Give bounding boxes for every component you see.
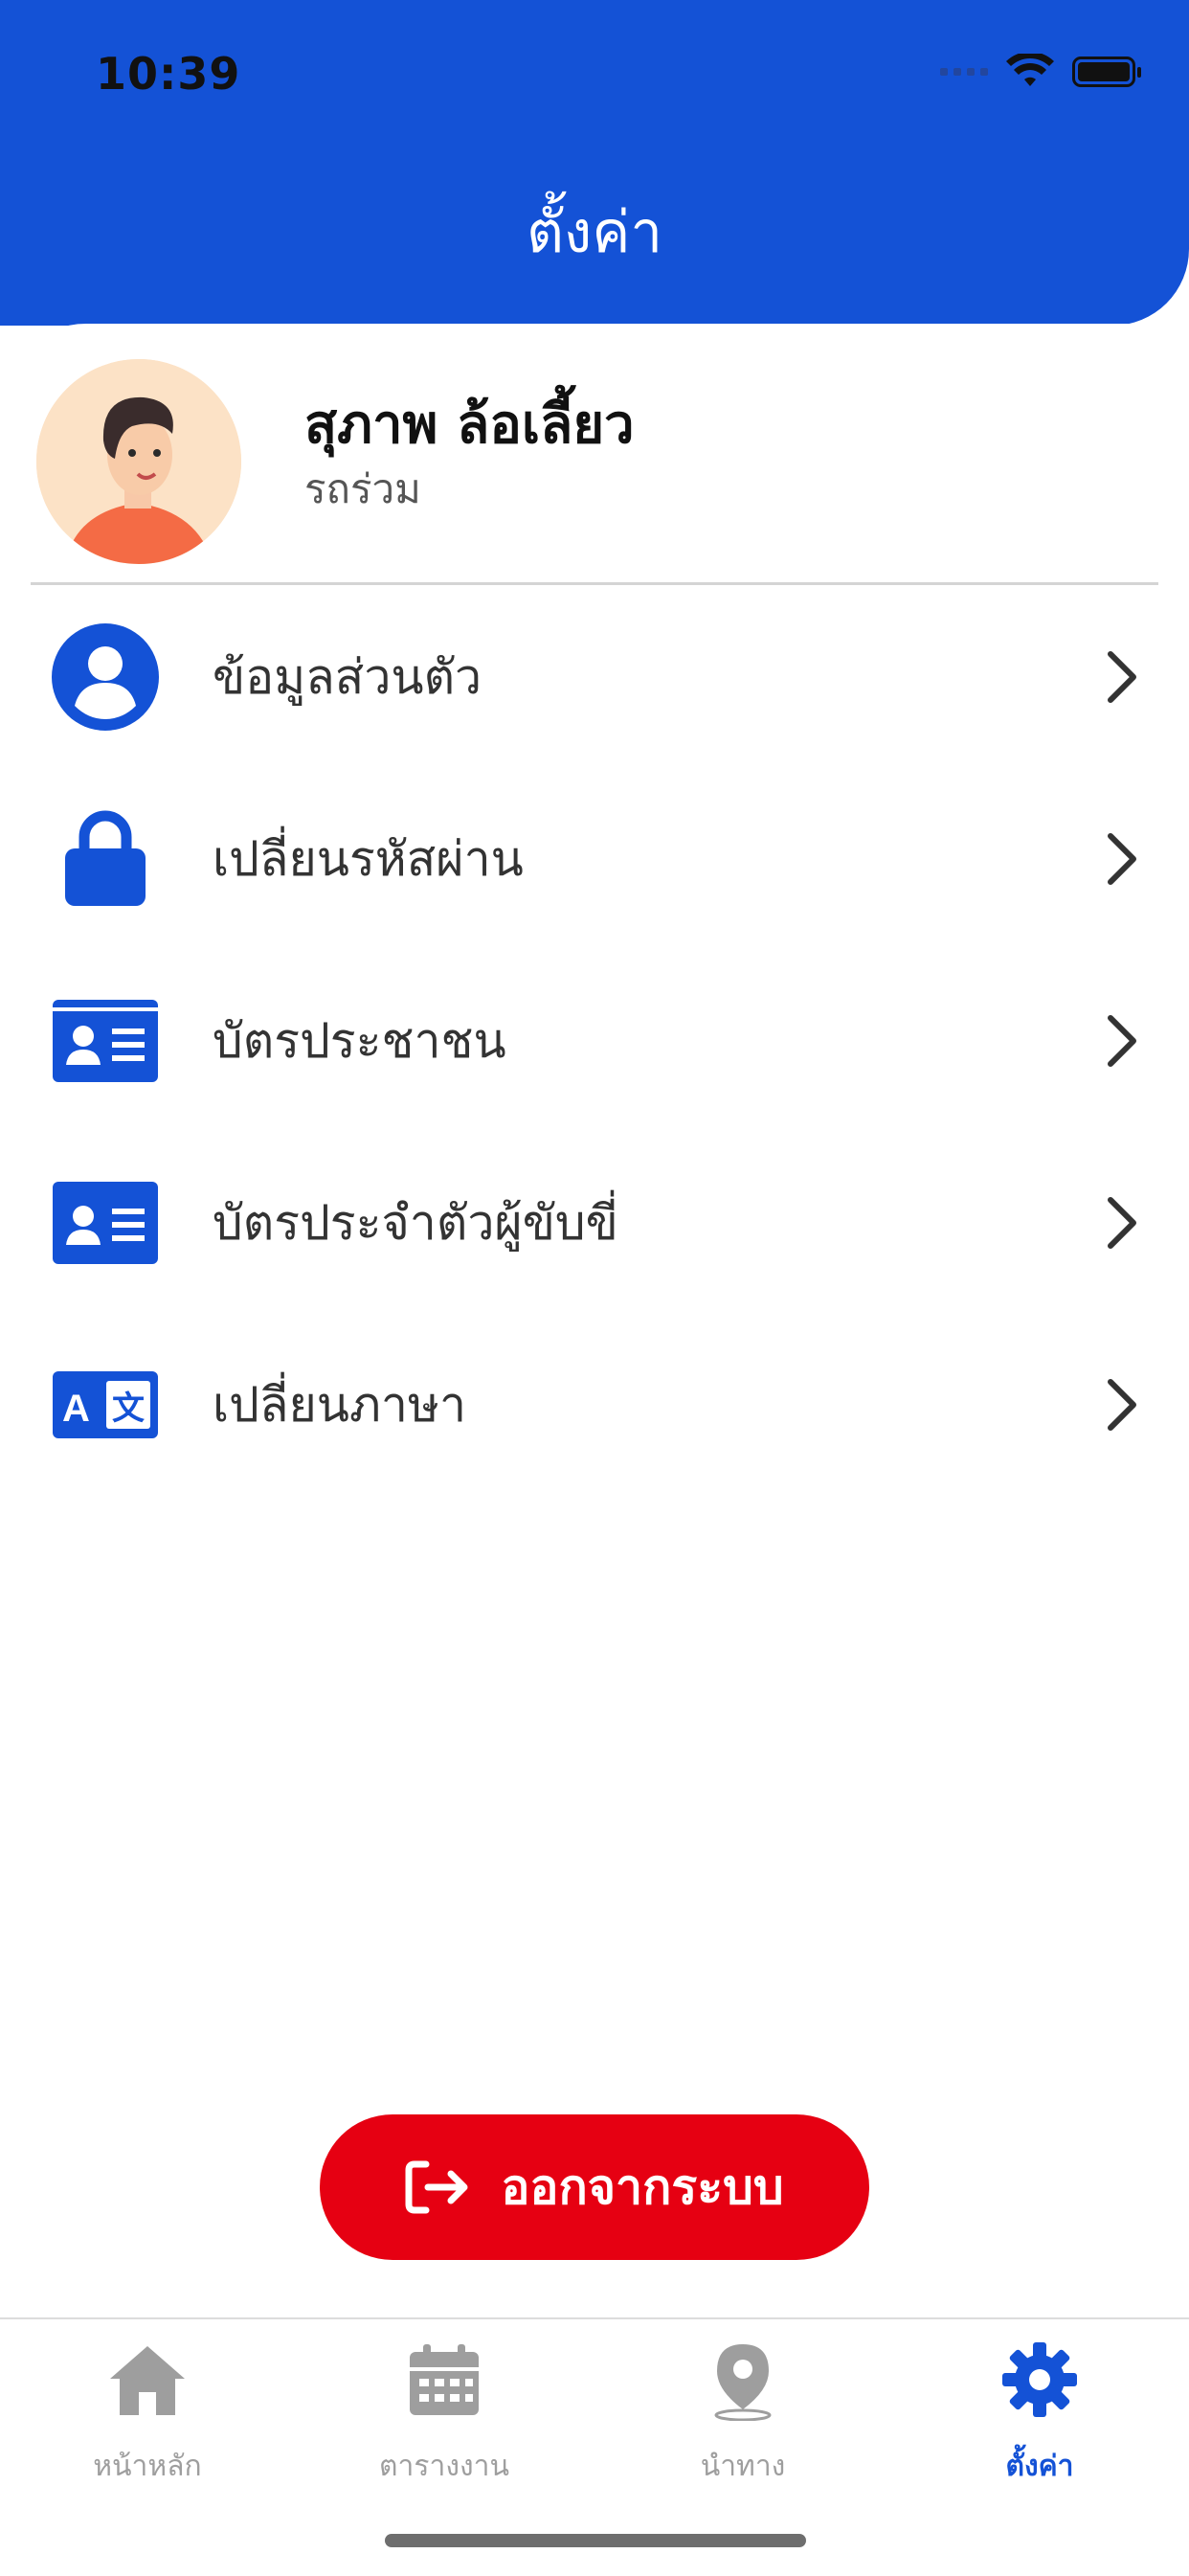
user-role: รถร่วม [304, 465, 421, 512]
tab-label: ตารางงาน [379, 2450, 509, 2483]
chevron-right-icon [1108, 1379, 1136, 1431]
tab-label: หน้าหลัก [93, 2450, 202, 2483]
tab-home[interactable]: หน้าหลัก [52, 2337, 243, 2483]
tab-settings[interactable]: ตั้งค่า [944, 2337, 1135, 2483]
menu-label: ข้อมูลส่วนตัว [213, 649, 482, 705]
signal-icon [940, 68, 988, 76]
status-icons [940, 54, 1141, 90]
gear-icon [1002, 2342, 1077, 2417]
tab-schedule[interactable]: ตารางงาน [348, 2337, 540, 2483]
home-indicator [385, 2534, 806, 2547]
wifi-icon [1006, 54, 1054, 86]
divider [31, 582, 1158, 585]
logout-icon [405, 2160, 468, 2214]
svg-text:文: 文 [112, 1390, 145, 1428]
id-card-icon [48, 1165, 163, 1280]
menu-item-id-card[interactable]: บัตรประชาชน [0, 960, 1189, 1122]
calendar-icon [410, 2344, 479, 2415]
logout-label: ออกจากระบบ [501, 2158, 784, 2215]
menu-label: เปลี่ยนรหัสผ่าน [213, 831, 524, 887]
tab-label: ตั้งค่า [1005, 2450, 1074, 2483]
svg-text:A: A [62, 1388, 90, 1430]
chevron-right-icon [1108, 651, 1136, 703]
user-name: สุภาพ ล้อเลี้ยว [304, 394, 635, 456]
app-header: 10:39 ตั้งค่า [0, 0, 1189, 326]
chevron-right-icon [1108, 1015, 1136, 1067]
status-time: 10:39 [96, 48, 241, 100]
menu-label: บัตรประจำตัวผู้ขับขี่ [213, 1195, 618, 1251]
menu-item-driver-license[interactable]: บัตรประจำตัวผู้ขับขี่ [0, 1141, 1189, 1304]
chevron-right-icon [1108, 833, 1136, 885]
tab-label: นำทาง [700, 2450, 786, 2483]
chevron-right-icon [1108, 1197, 1136, 1249]
tab-navigate[interactable]: นำทาง [647, 2337, 839, 2483]
battery-icon [1072, 56, 1141, 87]
lock-icon [48, 802, 163, 916]
logout-button[interactable]: ออกจากระบบ [320, 2114, 869, 2260]
user-circle-icon [48, 620, 163, 734]
menu-item-change-password[interactable]: เปลี่ยนรหัสผ่าน [0, 778, 1189, 940]
page-title: ตั้งค่า [526, 199, 663, 266]
menu-item-personal-info[interactable]: ข้อมูลส่วนตัว [0, 596, 1189, 758]
id-card-icon [48, 983, 163, 1098]
avatar [36, 359, 241, 564]
map-pin-icon [714, 2344, 772, 2422]
translate-icon: A 文 [48, 1347, 163, 1462]
menu-item-change-language[interactable]: A 文 เปลี่ยนภาษา [0, 1323, 1189, 1486]
menu-label: บัตรประชาชน [213, 1013, 506, 1069]
menu-label: เปลี่ยนภาษา [213, 1377, 467, 1433]
home-icon [110, 2346, 185, 2415]
